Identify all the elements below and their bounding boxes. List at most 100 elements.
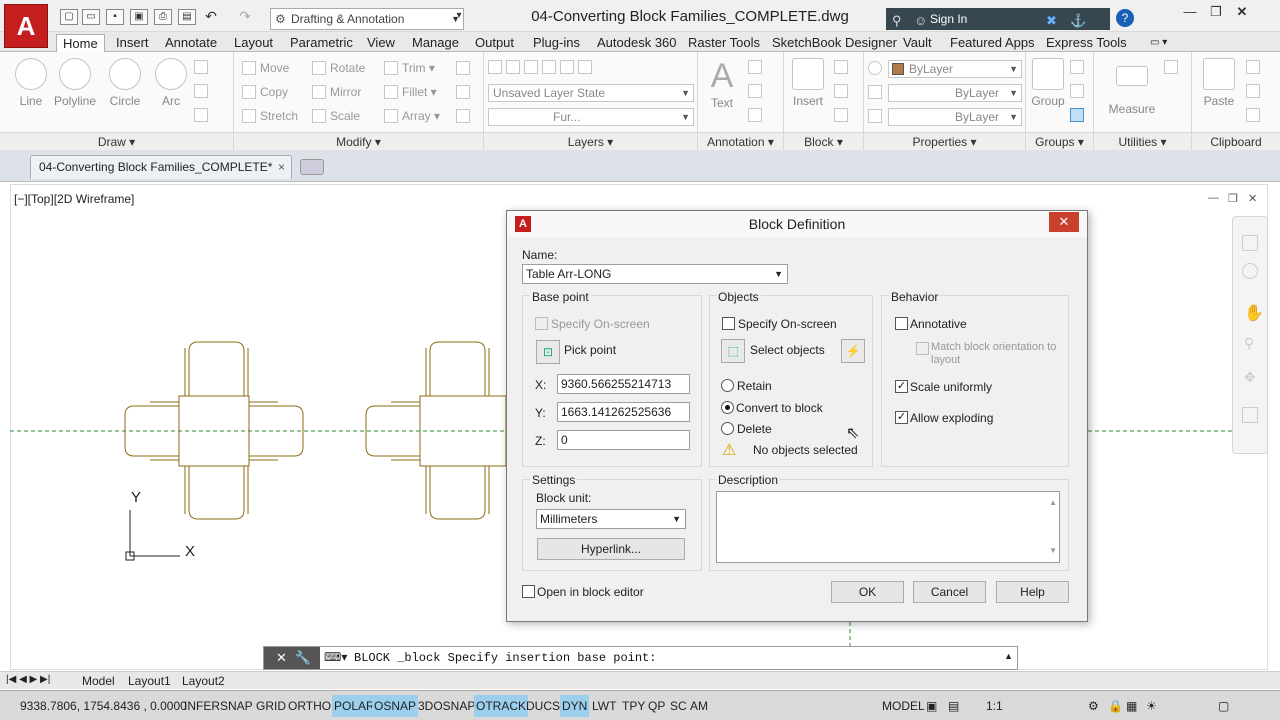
tab-parametric[interactable]: Parametric — [290, 34, 353, 52]
binoculars-icon[interactable]: ⚲ — [892, 10, 902, 32]
tab-raster-tools[interactable]: Raster Tools — [688, 34, 760, 52]
community-icon[interactable]: ⚓ — [1070, 10, 1086, 32]
viewport-close-icon[interactable]: ✕ — [1248, 192, 1257, 205]
base-specify-onscreen-checkbox[interactable] — [535, 317, 548, 330]
fillet-button[interactable]: Fillet ▾ — [384, 85, 437, 99]
arc-button[interactable]: Arc — [148, 56, 194, 108]
tab-express-tools[interactable]: Express Tools — [1046, 34, 1127, 52]
layer-select[interactable]: Fur... ▼ — [488, 108, 694, 126]
lineweight-select[interactable]: ByLayer ▼ — [888, 108, 1022, 126]
status-toggle-grid[interactable]: GRID — [254, 695, 288, 717]
circle-button[interactable]: Circle — [102, 56, 148, 108]
isolate-objects-icon[interactable]: ☀ — [1144, 695, 1159, 717]
tab-vault[interactable]: Vault — [903, 34, 932, 52]
layer-state-select[interactable]: Unsaved Layer State ▼ — [488, 84, 694, 102]
status-toggle-lwt[interactable]: LWT — [590, 695, 618, 717]
pick-point-button[interactable]: ⊡ — [536, 340, 560, 364]
modify-panel-title[interactable]: Modify ▾ — [234, 132, 483, 150]
annotation-scale[interactable]: 1:1 — [984, 695, 1005, 717]
pan-icon[interactable]: ✋ — [1244, 303, 1264, 323]
hatch-icon[interactable] — [194, 84, 212, 98]
search-signin-bar[interactable]: ⚲ ☺ Sign In ✖ ⚓ — [886, 8, 1110, 30]
orbit-icon[interactable]: ✥ — [1244, 369, 1256, 386]
tab-annotate[interactable]: Annotate — [165, 34, 217, 52]
tab-home[interactable]: Home — [56, 34, 105, 52]
group-select-icon[interactable] — [1070, 108, 1088, 122]
status-toggle-otrack[interactable]: OTRACK — [474, 695, 529, 717]
erase-icon[interactable] — [456, 61, 474, 75]
ok-button[interactable]: OK — [831, 581, 904, 603]
wrench-icon[interactable]: 🔧 — [295, 650, 311, 665]
mirror-button[interactable]: Mirror — [312, 85, 361, 99]
copy-clip-icon[interactable] — [1246, 84, 1264, 98]
allow-exploding-checkbox[interactable]: ✓ — [895, 411, 908, 424]
tab-autodesk-360[interactable]: Autodesk 360 — [597, 34, 677, 52]
hyperlink-button[interactable]: Hyperlink... — [537, 538, 685, 560]
description-input[interactable]: ▲ ▼ — [716, 491, 1060, 563]
quick-calc-icon[interactable] — [1164, 60, 1182, 74]
polyline-button[interactable]: Polyline — [52, 56, 98, 108]
scroll-up-icon[interactable]: ▲ — [1049, 494, 1057, 512]
command-line[interactable]: ✕ 🔧 ⌨▾ BLOCK _block Specify insertion ba… — [263, 646, 1018, 670]
print-icon[interactable]: ▤ — [178, 9, 196, 25]
steering-wheel-icon[interactable] — [1242, 235, 1258, 251]
retain-radio[interactable] — [721, 379, 734, 392]
tab-insert[interactable]: Insert — [116, 34, 149, 52]
status-toggle-sc[interactable]: SC — [668, 695, 689, 717]
table-icon[interactable] — [748, 108, 766, 122]
trim-button[interactable]: Trim ▾ — [384, 61, 435, 75]
dimension-icon[interactable] — [748, 60, 766, 74]
layers-panel-title[interactable]: Layers ▾ — [484, 132, 697, 150]
convert-to-block-radio[interactable] — [721, 401, 734, 414]
ungroup-icon[interactable] — [1070, 60, 1088, 74]
tab-layout1[interactable]: Layout1 — [128, 674, 171, 688]
linetype-select[interactable]: ByLayer ▼ — [888, 84, 1022, 102]
measure-button[interactable]: Measure — [1106, 56, 1158, 116]
block-unit-select[interactable]: Millimeters ▼ — [536, 509, 686, 529]
move-button[interactable]: Move — [242, 61, 289, 75]
offset-icon[interactable] — [456, 109, 474, 123]
command-history-icon[interactable]: ▲ — [1004, 651, 1013, 661]
minimize-icon[interactable]: — — [1178, 4, 1202, 19]
annotative-checkbox[interactable] — [895, 317, 908, 330]
leader-icon[interactable] — [748, 84, 766, 98]
ribbon-options-icon[interactable]: ▭ ▾ — [1150, 34, 1167, 52]
coordinates-readout[interactable]: 9338.7806, 1754.8436 , 0.0000 — [18, 695, 189, 717]
paste-button[interactable]: Paste — [1196, 56, 1242, 108]
workspace-switcher[interactable]: ⚙ Drafting & Annotation ▼ — [270, 8, 464, 30]
tab-sketchbook-designer[interactable]: SketchBook Designer — [772, 34, 897, 52]
sign-in-link[interactable]: Sign In — [930, 8, 967, 30]
gradient-icon[interactable] — [194, 108, 212, 122]
tab-view[interactable]: View — [367, 34, 395, 52]
objects-specify-onscreen-checkbox[interactable] — [722, 317, 735, 330]
viewport-controls[interactable]: [−][Top][2D Wireframe] — [14, 192, 134, 206]
status-toggle-snap[interactable]: SNAP — [218, 695, 255, 717]
properties-panel-title[interactable]: Properties ▾ — [864, 132, 1025, 150]
array-button[interactable]: Array ▾ — [384, 109, 440, 123]
match-orientation-checkbox[interactable] — [916, 342, 929, 355]
lock-icon[interactable]: 🔒 — [1106, 695, 1125, 717]
group-edit-icon[interactable] — [1070, 84, 1088, 98]
showmotion-icon[interactable] — [1242, 407, 1258, 423]
edit-attributes-icon[interactable] — [834, 108, 852, 122]
new-icon[interactable]: ▢ — [60, 9, 78, 25]
layer-properties-icon[interactable] — [488, 60, 596, 74]
cancel-button[interactable]: Cancel — [913, 581, 986, 603]
z-input[interactable]: 0 — [557, 430, 690, 450]
restore-icon[interactable]: ❐ — [1204, 4, 1228, 20]
tab-plug-ins[interactable]: Plug-ins — [533, 34, 580, 52]
navigation-bar[interactable]: ✋ ⚲ ✥ — [1232, 216, 1268, 454]
quick-select-button[interactable]: ⚡ — [841, 339, 865, 363]
status-toggle-osnap[interactable]: OSNAP — [372, 695, 419, 717]
color-select[interactable]: ByLayer ▼ — [888, 60, 1022, 78]
clean-screen-icon[interactable]: ▢ — [1216, 695, 1231, 717]
quick-access-menu-icon[interactable]: ▾ — [450, 9, 468, 25]
explode-icon[interactable] — [456, 85, 474, 99]
full-navigation-icon[interactable] — [1242, 263, 1258, 279]
match-properties-icon[interactable] — [868, 61, 886, 75]
viewport-restore-icon[interactable]: ❐ — [1228, 192, 1238, 205]
draw-panel-title[interactable]: Draw ▾ — [0, 132, 233, 150]
recent-commands-icon[interactable]: ⌨▾ — [324, 650, 347, 664]
rotate-button[interactable]: Rotate — [312, 61, 365, 75]
open-in-block-editor-checkbox[interactable] — [522, 585, 535, 598]
